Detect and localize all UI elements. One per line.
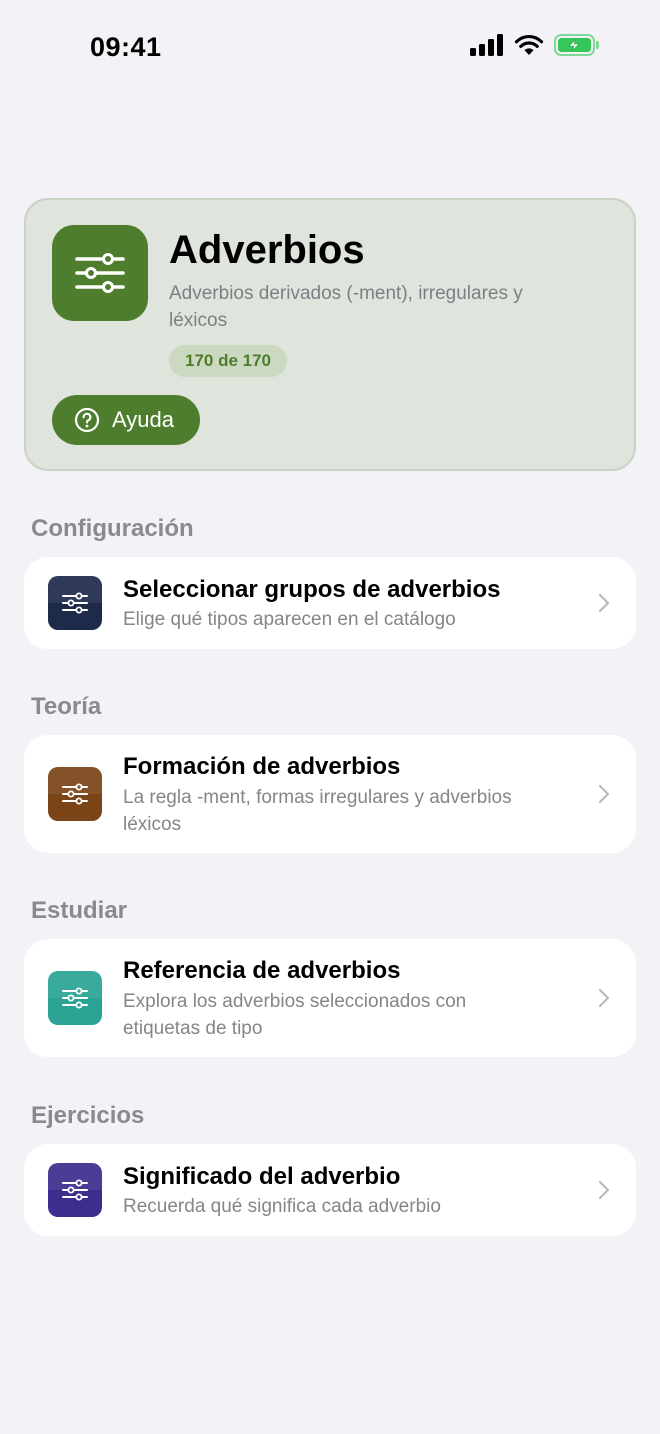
battery-charging-icon xyxy=(554,34,599,56)
menu-item-subtitle: Recuerda qué significa cada adverbio xyxy=(123,1196,441,1217)
sliders-icon xyxy=(48,1163,102,1217)
help-button[interactable]: Ayuda xyxy=(52,395,200,445)
menu-item-subtitle: Explora los adverbios seleccionados con … xyxy=(123,991,467,1039)
menu-item-title: Significado del adverbio xyxy=(123,1163,401,1190)
menu-item-title: Referencia de adverbios xyxy=(123,957,401,984)
chevron-right-icon xyxy=(598,1180,610,1200)
chevron-right-icon xyxy=(598,593,610,613)
help-button-label: Ayuda xyxy=(112,407,174,432)
sliders-icon xyxy=(48,971,102,1025)
wifi-icon xyxy=(514,34,544,55)
section-title-ejercicios: Ejercicios xyxy=(31,1102,145,1129)
page-subtitle: Adverbios derivados (-ment), irregulares… xyxy=(169,283,523,331)
chevron-right-icon xyxy=(598,784,610,804)
status-icons xyxy=(470,34,600,56)
sliders-icon xyxy=(52,225,148,321)
status-bar: 09:41 xyxy=(0,0,660,96)
menu-item-seleccionar-grupos[interactable]: Seleccionar grupos de adverbios Elige qu… xyxy=(24,557,636,649)
section-title-estudiar: Estudiar xyxy=(31,897,128,924)
sliders-icon xyxy=(48,767,102,821)
menu-item-formacion[interactable]: Formación de adverbios La regla -ment, f… xyxy=(24,735,636,853)
question-circle-icon xyxy=(74,407,100,433)
count-badge: 170 de 170 xyxy=(169,345,288,377)
chevron-right-icon xyxy=(598,988,610,1008)
sliders-icon xyxy=(48,576,102,630)
cellular-signal-icon xyxy=(470,34,503,56)
menu-item-title: Seleccionar grupos de adverbios xyxy=(123,576,501,603)
menu-item-subtitle: La regla -ment, formas irregulares y adv… xyxy=(123,787,512,835)
page-title: Adverbios xyxy=(169,228,365,272)
section-title-configuracion: Configuración xyxy=(31,515,194,542)
menu-item-referencia[interactable]: Referencia de adverbios Explora los adve… xyxy=(24,939,636,1057)
menu-item-title: Formación de adverbios xyxy=(123,753,401,780)
section-title-teoria: Teoría xyxy=(31,693,102,720)
menu-item-subtitle: Elige qué tipos aparecen en el catálogo xyxy=(123,609,456,630)
status-time: 09:41 xyxy=(90,32,162,62)
header-card: Adverbios Adverbios derivados (-ment), i… xyxy=(24,198,636,471)
menu-item-significado[interactable]: Significado del adverbio Recuerda qué si… xyxy=(24,1144,636,1236)
